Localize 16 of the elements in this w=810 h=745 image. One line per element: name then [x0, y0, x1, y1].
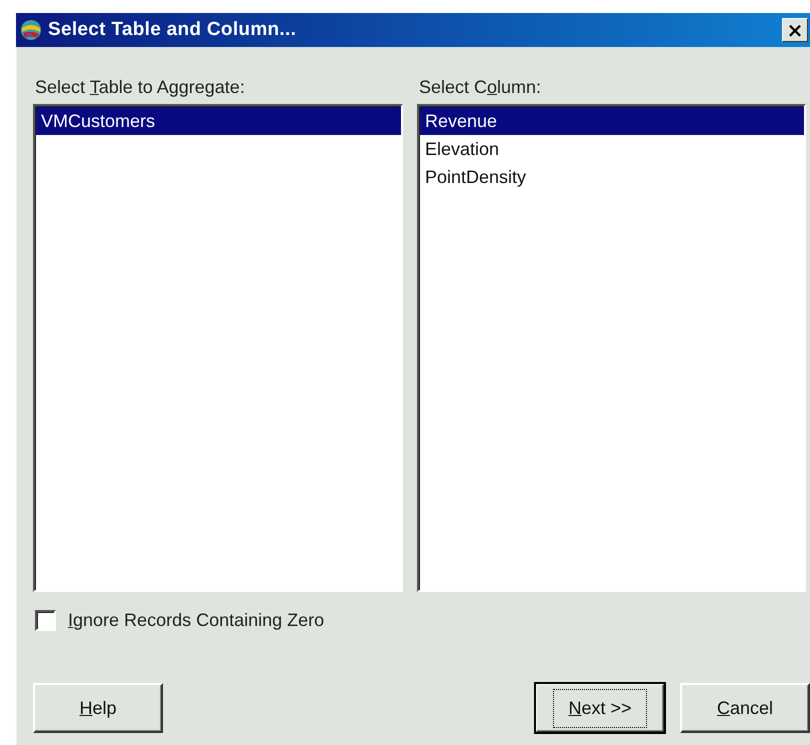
list-item[interactable]: VMCustomers — [36, 107, 401, 135]
dialog-button[interactable]: Help — [33, 683, 163, 733]
list-label: Select Table to Aggregate: — [34, 77, 245, 98]
list-box[interactable]: Revenue Elevation PointDensity — [417, 104, 806, 592]
app-icon — [20, 19, 42, 41]
dialog-button[interactable]: Next >> — [535, 683, 665, 733]
window-title: Select Table and Column... — [48, 19, 296, 41]
list-item[interactable]: Elevation — [420, 135, 804, 163]
list-item[interactable]: Revenue — [420, 107, 804, 135]
checkbox[interactable] — [35, 610, 56, 631]
close-button[interactable]: × — [782, 18, 808, 42]
list-item[interactable]: PointDensity — [420, 163, 804, 191]
dialog-button[interactable]: Cancel — [680, 683, 810, 733]
list-box[interactable]: VMCustomers — [33, 104, 403, 592]
checkbox-label: Ignore Records Containing Zero — [68, 610, 324, 631]
list-label: Select Column: — [418, 77, 542, 98]
